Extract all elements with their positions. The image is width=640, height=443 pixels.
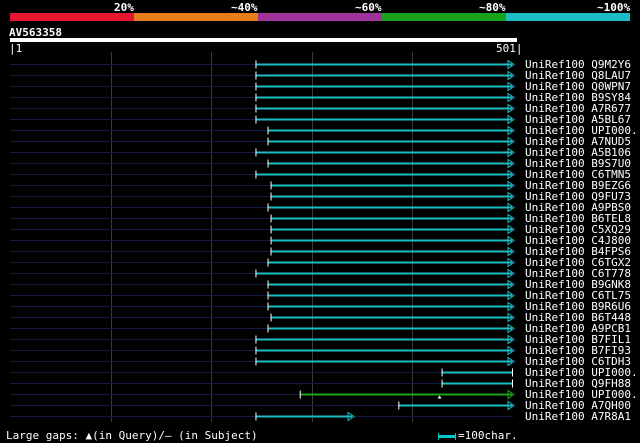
- hit-bar[interactable]: [255, 345, 515, 356]
- hit-bar[interactable]: [267, 323, 515, 334]
- hit-label[interactable]: UniRef100_B9R6U6: [525, 301, 637, 312]
- hit-label[interactable]: UniRef100_B9GNK8: [525, 279, 637, 290]
- hit-bar[interactable]: [255, 169, 515, 180]
- hit-label[interactable]: UniRef100_B9EZG6: [525, 180, 637, 191]
- hit-label[interactable]: UniRef100_A5B106: [525, 147, 637, 158]
- hit-bar[interactable]: [398, 400, 515, 411]
- hit-bar[interactable]: [267, 202, 515, 213]
- hit-label[interactable]: UniRef100_B7FIL1: [525, 334, 637, 345]
- hit-bar[interactable]: [255, 411, 355, 422]
- query-gap-marker-icon: [437, 395, 442, 399]
- hit-bar[interactable]: [255, 114, 515, 125]
- hit-bar[interactable]: [270, 235, 515, 246]
- hit-label[interactable]: UniRef100_C6TMN5: [525, 169, 637, 180]
- hit-label[interactable]: UniRef100_C6TGX2: [525, 257, 637, 268]
- hit-bar[interactable]: [270, 213, 515, 224]
- hit-bar[interactable]: [270, 191, 515, 202]
- hit-bar[interactable]: [267, 158, 515, 169]
- hit-label[interactable]: UniRef100_C5XQ29: [525, 224, 637, 235]
- hit-label[interactable]: UniRef100_Q9FH88: [525, 378, 637, 389]
- hit-label[interactable]: UniRef100_C6TL75: [525, 290, 637, 301]
- hit-label[interactable]: UniRef100_B9S7U0: [525, 158, 637, 169]
- hit-bar[interactable]: [267, 257, 515, 268]
- hit-label[interactable]: UniRef100_A5BL67: [525, 114, 637, 125]
- hit-label[interactable]: UniRef100_C4J800: [525, 235, 637, 246]
- hit-bar[interactable]: [441, 368, 513, 377]
- hit-label[interactable]: UniRef100_A9PBS0: [525, 202, 637, 213]
- hit-label[interactable]: UniRef100_A7R677: [525, 103, 637, 114]
- hit-bar[interactable]: [255, 334, 515, 345]
- hit-label[interactable]: UniRef100_A7R8A1: [525, 411, 637, 422]
- hit-label[interactable]: UniRef100_UPI000..: [525, 389, 637, 400]
- hit-bar[interactable]: [270, 312, 515, 323]
- hit-bar[interactable]: [267, 125, 515, 136]
- hit-label[interactable]: UniRef100_C6TDH3: [525, 356, 637, 367]
- hit-bar[interactable]: [255, 92, 515, 103]
- hit-label[interactable]: UniRef100_B6TEL8: [525, 213, 637, 224]
- hit-bar[interactable]: [267, 290, 515, 301]
- hit-bar[interactable]: [255, 103, 515, 114]
- hit-bar[interactable]: [255, 268, 515, 279]
- hit-label[interactable]: UniRef100_Q0WPN7: [525, 81, 637, 92]
- hit-label[interactable]: UniRef100_B4FPS6: [525, 246, 637, 257]
- scale-legend: =100char.: [438, 429, 518, 442]
- hit-label[interactable]: UniRef100_UPI000..: [525, 125, 637, 136]
- hit-label[interactable]: UniRef100_Q9FU73: [525, 191, 637, 202]
- hit-label[interactable]: UniRef100_Q8LAU7: [525, 70, 637, 81]
- hit-label[interactable]: UniRef100_B7FI93: [525, 345, 637, 356]
- hit-label[interactable]: UniRef100_A7NUD5: [525, 136, 637, 147]
- hit-bar[interactable]: [299, 389, 515, 400]
- hit-bar[interactable]: [267, 301, 515, 312]
- scale-bar-icon: [438, 432, 456, 440]
- hit-bar[interactable]: [255, 81, 515, 92]
- hit-label[interactable]: UniRef100_Q9M2Y6: [525, 59, 637, 70]
- hit-bar[interactable]: [267, 136, 515, 147]
- hit-bar[interactable]: [267, 279, 515, 290]
- hit-label[interactable]: UniRef100_C6T778: [525, 268, 637, 279]
- hit-label[interactable]: UniRef100_UPI000..: [525, 367, 637, 378]
- hit-bar[interactable]: [255, 59, 515, 70]
- gaps-legend: Large gaps: ▲(in Query)/– (in Subject): [6, 429, 258, 442]
- hit-bar[interactable]: [255, 147, 515, 158]
- hit-label[interactable]: UniRef100_A7QH00: [525, 400, 637, 411]
- hit-label[interactable]: UniRef100_B6T448: [525, 312, 637, 323]
- hit-bar[interactable]: [270, 180, 515, 191]
- hit-bar[interactable]: [270, 246, 515, 257]
- hit-bar[interactable]: [255, 356, 515, 367]
- hit-bar[interactable]: [270, 224, 515, 235]
- hit-bar[interactable]: [441, 379, 513, 388]
- hit-bar[interactable]: [255, 70, 515, 81]
- hit-label[interactable]: UniRef100_B9SY84: [525, 92, 637, 103]
- hit-label[interactable]: UniRef100_A9PCB1: [525, 323, 637, 334]
